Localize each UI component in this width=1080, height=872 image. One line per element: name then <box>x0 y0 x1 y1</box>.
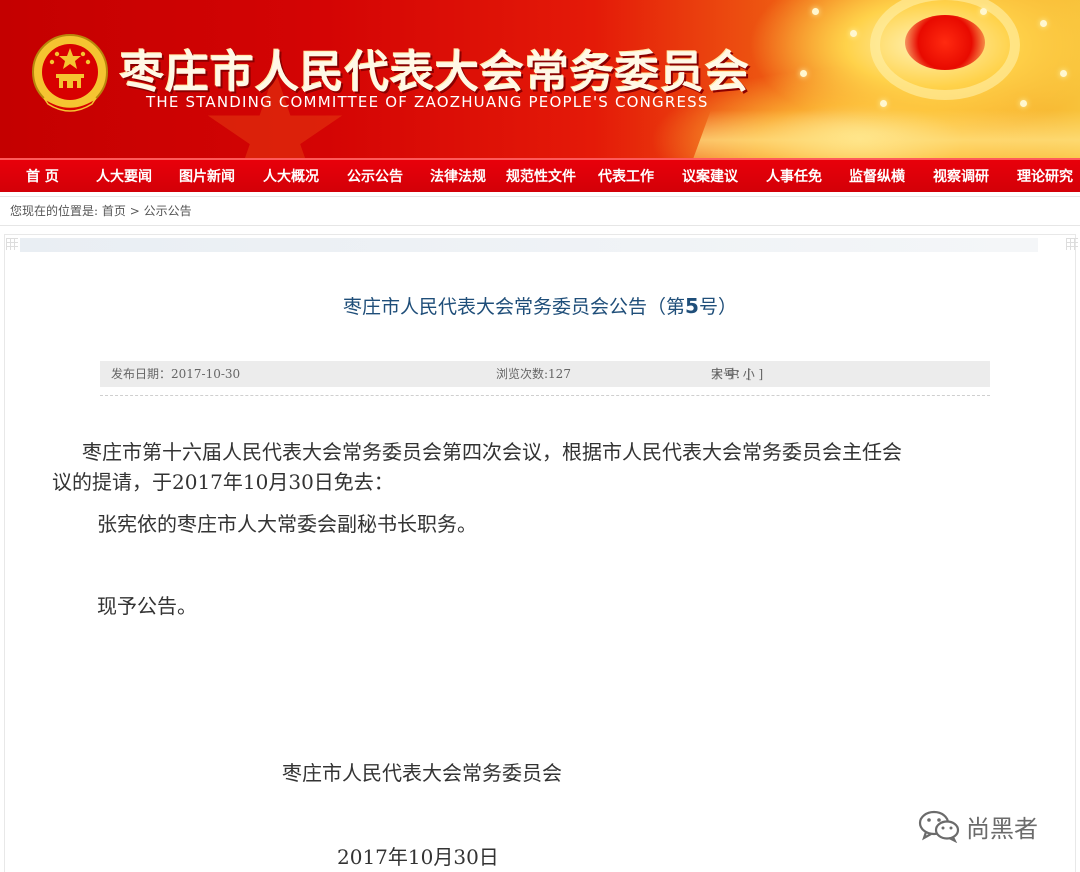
nav-item-announcements[interactable]: 公示公告 <box>347 166 403 186</box>
nav-item-overview[interactable]: 人大概况 <box>263 166 319 186</box>
nav-item-news[interactable]: 人大要闻 <box>96 166 152 186</box>
wechat-watermark: 尚黑者 <box>918 806 1038 846</box>
article-signature: 枣庄市人民代表大会常务委员会 <box>282 761 562 785</box>
nav-item-normative-docs[interactable]: 规范性文件 <box>506 166 576 186</box>
article-paragraph-1-line-1: 枣庄市第十六届人民代表大会常务委员会第四次会议，根据市人民代表大会常务委员会主任… <box>82 440 902 464</box>
article-title-number: 5 <box>685 294 699 318</box>
main-nav: 首 页 人大要闻 图片新闻 人大概况 公示公告 法律法规 规范性文件 代表工作 … <box>0 158 1080 192</box>
wechat-icon <box>918 810 960 843</box>
article-title-suffix: 号） <box>698 296 737 318</box>
site-subtitle: THE STANDING COMMITTEE OF ZAOZHUANG PEOP… <box>146 93 709 111</box>
publish-date: 发布日期：2017-10-30 <box>111 367 241 381</box>
banner-light <box>850 30 857 37</box>
banner-light <box>1060 70 1067 77</box>
banner-light <box>812 8 819 15</box>
header-banner: 枣庄市人民代表大会常务委员会 THE STANDING COMMITTEE OF… <box>0 0 1080 158</box>
banner-light <box>1020 100 1027 107</box>
breadcrumb-prefix: 您现在的位置是: <box>10 204 99 218</box>
banner-light <box>800 70 807 77</box>
article-paragraph-3: 现予公告。 <box>97 594 197 618</box>
breadcrumb-current-link[interactable]: 公示公告 <box>144 204 192 218</box>
article-paragraph-1-line-2: 议的提请，于2017年10月30日免去： <box>52 470 394 494</box>
nav-item-proposals[interactable]: 议案建议 <box>682 166 738 186</box>
article-top-bar <box>20 238 1038 252</box>
national-emblem-icon <box>32 34 108 112</box>
nav-item-appointments[interactable]: 人事任免 <box>766 166 822 186</box>
corner-decoration-left <box>6 238 18 250</box>
article-paragraph-2: 张宪依的枣庄市人大常委会副秘书长职务。 <box>97 512 477 536</box>
view-count: 浏览次数:127 <box>496 367 571 381</box>
watermark-text: 尚黑者 <box>966 814 1038 843</box>
meta-divider <box>100 395 990 396</box>
breadcrumb-separator: > <box>129 204 140 218</box>
breadcrumb-home-link[interactable]: 首页 <box>102 204 126 218</box>
article-meta-bar: 发布日期：2017-10-30 浏览次数:127 字号：[ 大 中 小 ] <box>100 361 990 387</box>
nav-item-supervision[interactable]: 监督纵横 <box>849 166 905 186</box>
banner-light <box>980 8 987 15</box>
nav-item-theory[interactable]: 理论研究 <box>1017 166 1073 186</box>
nav-item-photo-news[interactable]: 图片新闻 <box>179 166 235 186</box>
banner-light <box>880 100 887 107</box>
nav-item-laws[interactable]: 法律法规 <box>430 166 486 186</box>
font-size-label: 字号：[ <box>711 367 752 381</box>
nav-item-inspection[interactable]: 视察调研 <box>933 166 989 186</box>
font-size-close: ] <box>758 367 764 381</box>
article-title: 枣庄市人民代表大会常务委员会公告（第5号） <box>0 292 1080 319</box>
site-title: 枣庄市人民代表大会常务委员会 <box>120 47 750 98</box>
corner-decoration-right <box>1066 238 1078 250</box>
banner-ceiling-star <box>905 15 985 70</box>
font-size-control: 字号：[ 大 中 小 ] <box>711 361 763 387</box>
banner-light <box>1040 20 1047 27</box>
article-title-prefix: 枣庄市人民代表大会常务委员会公告（第 <box>343 296 686 318</box>
article-sign-date: 2017年10月30日 <box>337 845 499 869</box>
nav-item-deputy-work[interactable]: 代表工作 <box>598 166 654 186</box>
breadcrumb: 您现在的位置是: 首页 > 公示公告 <box>0 196 1080 226</box>
nav-item-home[interactable]: 首 页 <box>26 166 59 186</box>
banner-glow-decoration <box>689 110 1080 158</box>
